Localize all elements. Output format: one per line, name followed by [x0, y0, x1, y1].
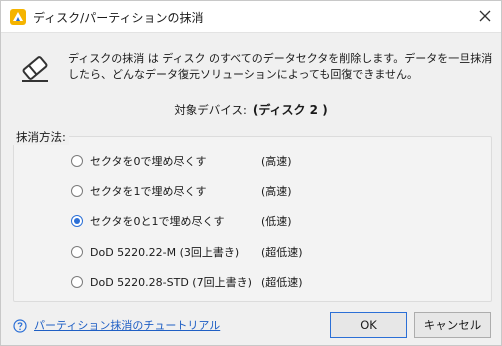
radio-button[interactable]: [71, 185, 83, 197]
window-title: ディスク/パーティションの抹消: [33, 11, 204, 25]
help-icon[interactable]: [13, 318, 27, 333]
option-fill-one[interactable]: セクタを1で埋め尽くす (高速): [71, 182, 292, 200]
option-label: DoD 5220.22-M (3回上書き): [90, 246, 240, 259]
speed-label: (高速): [261, 155, 292, 168]
target-label: 対象デバイス:: [174, 103, 247, 117]
wipe-method-label: 抹消方法:: [13, 129, 69, 145]
tutorial-link[interactable]: パーティション抹消のチュートリアル: [34, 317, 220, 333]
target-device: 対象デバイス: (ディスク 2 ): [1, 101, 501, 118]
title-bar: ディスク/パーティションの抹消: [1, 1, 501, 33]
option-label: セクタを0で埋め尽くす: [90, 155, 207, 168]
option-label: セクタを0と1で埋め尽くす: [90, 215, 225, 228]
option-dod-7pass[interactable]: DoD 5220.28-STD (7回上書き) (超低速): [71, 273, 303, 291]
close-button[interactable]: [473, 4, 497, 28]
option-label: セクタを1で埋め尽くす: [90, 185, 207, 198]
option-dod-3pass[interactable]: DoD 5220.22-M (3回上書き) (超低速): [71, 243, 303, 261]
eraser-icon: [18, 51, 52, 85]
app-logo-icon: [9, 8, 27, 26]
radio-button[interactable]: [71, 276, 83, 288]
wipe-dialog: ディスク/パーティションの抹消 ディスクの抹消 は ディスク のすべてのデータセ…: [0, 0, 502, 346]
cancel-button[interactable]: キャンセル: [414, 312, 491, 338]
radio-button-selected[interactable]: [71, 215, 83, 227]
description-text: ディスクの抹消 は ディスク のすべてのデータセクタを削除します。データを一旦抹…: [68, 52, 493, 81]
option-fill-zero[interactable]: セクタを0で埋め尽くす (高速): [71, 152, 292, 170]
speed-label: (超低速): [261, 246, 303, 259]
speed-label: (超低速): [261, 276, 303, 289]
radio-button[interactable]: [71, 246, 83, 258]
close-icon: [479, 7, 491, 26]
target-value: (ディスク 2 ): [252, 103, 328, 117]
ok-button[interactable]: OK: [330, 312, 407, 338]
radio-button[interactable]: [71, 155, 83, 167]
speed-label: (低速): [261, 215, 292, 228]
option-fill-zero-one[interactable]: セクタを0と1で埋め尽くす (低速): [71, 212, 292, 230]
option-label: DoD 5220.28-STD (7回上書き): [90, 276, 252, 289]
speed-label: (高速): [261, 185, 292, 198]
